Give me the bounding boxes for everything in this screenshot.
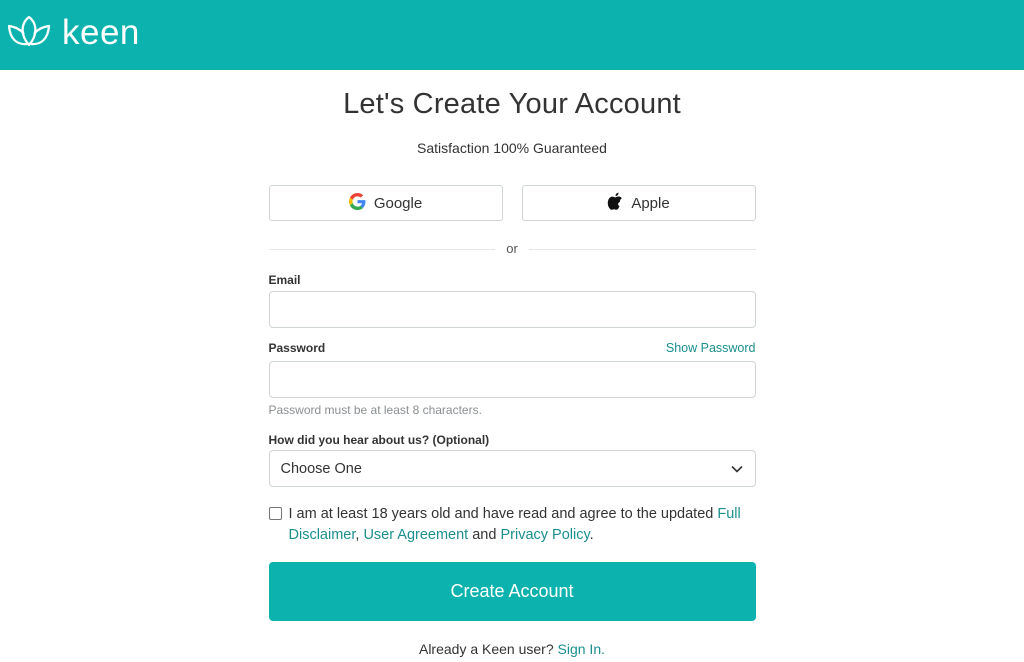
referral-selected-value: Choose One	[280, 460, 362, 477]
email-label: Email	[268, 273, 301, 288]
page-subtitle: Satisfaction 100% Guaranteed	[417, 140, 607, 157]
password-label: Password	[268, 341, 326, 356]
sign-in-link[interactable]: Sign In.	[558, 641, 605, 657]
apple-button[interactable]: Apple	[521, 185, 756, 222]
referral-label: How did you hear about us? (Optional)	[268, 433, 490, 448]
user-agreement-link[interactable]: User Agreement	[363, 527, 468, 543]
signup-form: Let's Create Your Account Satisfaction 1…	[268, 88, 756, 657]
password-hint: Password must be at least 8 characters.	[268, 403, 482, 418]
google-button[interactable]: Google	[268, 185, 503, 222]
password-label-row: Password Show Password	[269, 341, 756, 355]
signin-prompt-text: Already a Keen user?	[418, 641, 558, 658]
password-field[interactable]	[268, 361, 756, 399]
agreement-text: I am at least 18 years old and have read…	[289, 504, 756, 546]
email-group: Email	[268, 273, 756, 329]
google-label: Google	[373, 194, 423, 212]
divider-text: or	[495, 241, 529, 257]
agreement-checkbox[interactable]	[268, 507, 282, 521]
social-login-row: Google Apple	[268, 185, 756, 222]
apple-icon	[607, 192, 623, 214]
agreement-text-start: I am at least 18 years old and have read…	[288, 506, 718, 523]
lotus-icon	[6, 13, 52, 58]
agreement-row: I am at least 18 years old and have read…	[268, 504, 756, 546]
page-title: Let's Create Your Account	[343, 88, 681, 120]
email-field[interactable]	[268, 291, 756, 329]
referral-group: How did you hear about us? (Optional) Ch…	[268, 433, 756, 488]
agreement-end: .	[589, 527, 594, 544]
google-icon	[348, 192, 366, 214]
chevron-down-icon	[730, 461, 743, 477]
logo-text: keen	[62, 13, 140, 52]
or-divider: or	[268, 240, 756, 257]
referral-select[interactable]: Choose One	[268, 450, 756, 488]
agreement-and: and	[468, 527, 501, 544]
show-password-link[interactable]: Show Password	[666, 341, 756, 355]
keen-logo[interactable]: keen	[6, 13, 140, 58]
privacy-policy-link[interactable]: Privacy Policy	[500, 527, 589, 543]
create-account-button[interactable]: Create Account	[268, 562, 756, 622]
signin-prompt: Already a Keen user? Sign In.	[269, 641, 756, 657]
password-group: Password Show Password Password must be …	[268, 341, 756, 418]
top-bar: keen	[0, 0, 1024, 70]
apple-label: Apple	[631, 194, 670, 212]
